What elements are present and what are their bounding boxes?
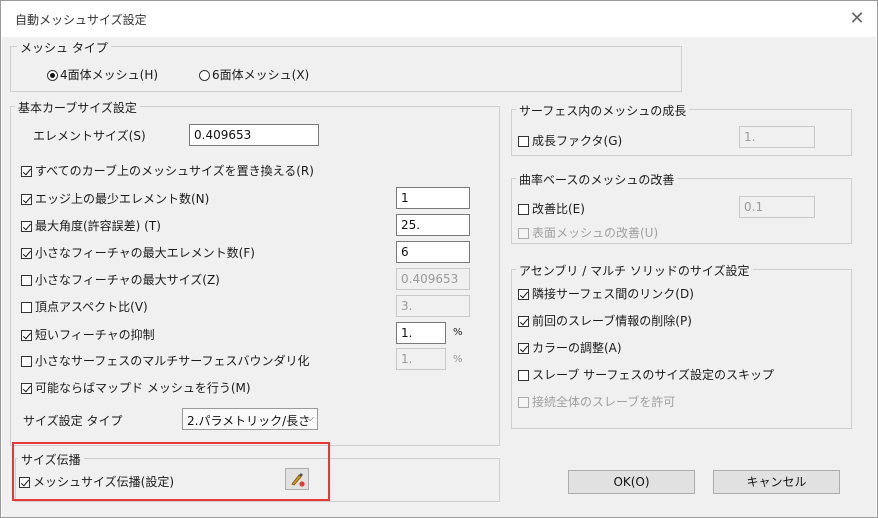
max-angle-input[interactable]: 25.	[396, 214, 470, 236]
delete-slave-label: 前回のスレーブ情報の削除(P)	[532, 314, 692, 328]
improve-ratio-box[interactable]	[518, 204, 529, 215]
min-elements-checkbox[interactable]: エッジ上の最少エレメント数(N)	[21, 190, 209, 207]
assembly-group: アセンブリ / マルチ ソリッドのサイズ設定 隣接サーフェス間のリンク(D) 前…	[511, 262, 852, 429]
small-surface-input: 1.	[396, 348, 446, 370]
delete-slave-checkbox[interactable]: 前回のスレーブ情報の削除(P)	[518, 312, 692, 329]
small-feat-max-elem-checkbox[interactable]: 小さなフィーチャの最大エレメント数(F)	[21, 244, 255, 261]
small-feat-max-elem-input[interactable]: 6	[396, 241, 470, 263]
replace-all-checkbox[interactable]: すべてのカーブ上のメッシュサイズを置き換える(R)	[21, 162, 314, 179]
link-box[interactable]	[518, 289, 529, 300]
small-surface-unit: %	[453, 354, 463, 365]
small-feat-max-size-checkbox[interactable]: 小さなフィーチャの最大サイズ(Z)	[21, 271, 220, 288]
curvature-group: 曲率ベースのメッシュの改善 改善比(E) 0.1 表面メッシュの改善(U)	[511, 171, 852, 244]
growth-group: サーフェス内のメッシュの成長 成長ファクタ(G) 1.	[511, 102, 852, 156]
max-angle-box[interactable]	[21, 221, 32, 232]
surface-improve-checkbox: 表面メッシュの改善(U)	[518, 224, 658, 241]
small-feat-max-size-label: 小さなフィーチャの最大サイズ(Z)	[35, 273, 220, 287]
color-adjust-box[interactable]	[518, 343, 529, 354]
mapped-mesh-label: 可能ならばマップド メッシュを行う(M)	[35, 381, 251, 395]
skip-slave-checkbox[interactable]: スレーブ サーフェスのサイズ設定のスキップ	[518, 366, 774, 383]
growth-factor-box[interactable]	[518, 136, 529, 147]
small-surface-checkbox[interactable]: 小さなサーフェスのマルチサーフェスバウンダリ化	[21, 352, 310, 369]
radio-hexa[interactable]: 6面体メッシュ(X)	[199, 66, 309, 83]
improve-ratio-input: 0.1	[739, 196, 815, 218]
dialog-window: 自動メッシュサイズ設定 ✕ メッシュ タイプ 4面体メッシュ(H) 6面体メッシ…	[0, 0, 878, 518]
mesh-type-label: メッシュ タイプ	[17, 39, 111, 56]
suppress-short-unit: %	[453, 327, 463, 338]
radio-tetra-indicator[interactable]	[47, 70, 58, 81]
allow-slave-label: 接続全体のスレーブを許可	[532, 395, 676, 409]
min-elements-label: エッジ上の最少エレメント数(N)	[35, 192, 210, 206]
propagation-highlight	[12, 442, 330, 501]
vertex-aspect-input: 3.	[396, 295, 470, 317]
skip-slave-label: スレーブ サーフェスのサイズ設定のスキップ	[532, 368, 775, 382]
replace-all-label: すべてのカーブ上のメッシュサイズを置き換える(R)	[35, 164, 314, 178]
element-size-input[interactable]: 0.409653	[189, 124, 319, 146]
assembly-label: アセンブリ / マルチ ソリッドのサイズ設定	[516, 262, 753, 279]
allow-slave-box	[518, 397, 529, 408]
improve-ratio-label: 改善比(E)	[532, 202, 585, 216]
allow-slave-checkbox: 接続全体のスレーブを許可	[518, 393, 675, 410]
suppress-short-label: 短いフィーチャの抑制	[35, 328, 155, 342]
size-type-dropdown[interactable]: 2.パラメトリック/長さ ⌵	[182, 408, 318, 430]
small-surface-label: 小さなサーフェスのマルチサーフェスバウンダリ化	[35, 354, 310, 368]
small-feat-max-size-input: 0.409653	[396, 268, 470, 290]
growth-label: サーフェス内のメッシュの成長	[516, 102, 690, 119]
element-size-label: エレメントサイズ(S)	[33, 129, 146, 143]
size-type-value: 2.パラメトリック/長さ	[187, 414, 311, 428]
radio-hexa-indicator[interactable]	[199, 70, 210, 81]
radio-tetra-label: 4面体メッシュ(H)	[60, 68, 159, 82]
dialog-client: メッシュ タイプ 4面体メッシュ(H) 6面体メッシュ(X) 基本カーブサイズ設…	[2, 37, 876, 517]
radio-hexa-label: 6面体メッシュ(X)	[212, 68, 310, 82]
color-adjust-checkbox[interactable]: カラーの調整(A)	[518, 339, 622, 356]
growth-factor-checkbox[interactable]: 成長ファクタ(G)	[518, 132, 622, 149]
small-feat-max-elem-box[interactable]	[21, 248, 32, 259]
mesh-type-group: メッシュ タイプ 4面体メッシュ(H) 6面体メッシュ(X)	[10, 39, 682, 92]
basic-curve-size-label: 基本カーブサイズ設定	[15, 99, 140, 116]
mapped-mesh-box[interactable]	[21, 383, 32, 394]
max-angle-checkbox[interactable]: 最大角度(許容誤差) (T)	[21, 217, 161, 234]
min-elements-input[interactable]: 1	[396, 187, 470, 209]
suppress-short-box[interactable]	[21, 330, 32, 341]
ok-button[interactable]: OK(O)	[568, 470, 695, 494]
max-angle-label: 最大角度(許容誤差) (T)	[35, 219, 161, 233]
skip-slave-box[interactable]	[518, 370, 529, 381]
growth-factor-input: 1.	[739, 126, 815, 148]
growth-factor-label: 成長ファクタ(G)	[532, 134, 623, 148]
vertex-aspect-box[interactable]	[21, 302, 32, 313]
chevron-down-icon: ⌵	[306, 413, 314, 424]
close-icon[interactable]: ✕	[845, 7, 869, 31]
small-surface-box[interactable]	[21, 356, 32, 367]
suppress-short-input[interactable]: 1.	[396, 322, 446, 344]
delete-slave-box[interactable]	[518, 316, 529, 327]
surface-improve-box	[518, 228, 529, 239]
color-adjust-label: カラーの調整(A)	[532, 341, 622, 355]
mapped-mesh-checkbox[interactable]: 可能ならばマップド メッシュを行う(M)	[21, 379, 251, 396]
vertex-aspect-checkbox[interactable]: 頂点アスペクト比(V)	[21, 298, 148, 315]
dialog-title: 自動メッシュサイズ設定	[15, 13, 147, 27]
link-checkbox[interactable]: 隣接サーフェス間のリンク(D)	[518, 285, 694, 302]
min-elements-box[interactable]	[21, 194, 32, 205]
link-label: 隣接サーフェス間のリンク(D)	[532, 287, 694, 301]
title-bar: 自動メッシュサイズ設定 ✕	[1, 1, 877, 37]
suppress-short-checkbox[interactable]: 短いフィーチャの抑制	[21, 326, 155, 343]
vertex-aspect-label: 頂点アスペクト比(V)	[35, 300, 148, 314]
cancel-button[interactable]: キャンセル	[713, 470, 840, 494]
small-feat-max-elem-label: 小さなフィーチャの最大エレメント数(F)	[35, 246, 255, 260]
small-feat-max-size-box[interactable]	[21, 275, 32, 286]
radio-tetra[interactable]: 4面体メッシュ(H)	[47, 66, 158, 83]
size-type-label: サイズ設定 タイプ	[23, 414, 123, 428]
surface-improve-label: 表面メッシュの改善(U)	[532, 226, 659, 240]
basic-curve-size-group: 基本カーブサイズ設定 エレメントサイズ(S) 0.409653 すべてのカーブ上…	[10, 99, 500, 446]
curvature-label: 曲率ベースのメッシュの改善	[516, 171, 678, 188]
improve-ratio-checkbox[interactable]: 改善比(E)	[518, 200, 585, 217]
replace-all-box[interactable]	[21, 166, 32, 177]
